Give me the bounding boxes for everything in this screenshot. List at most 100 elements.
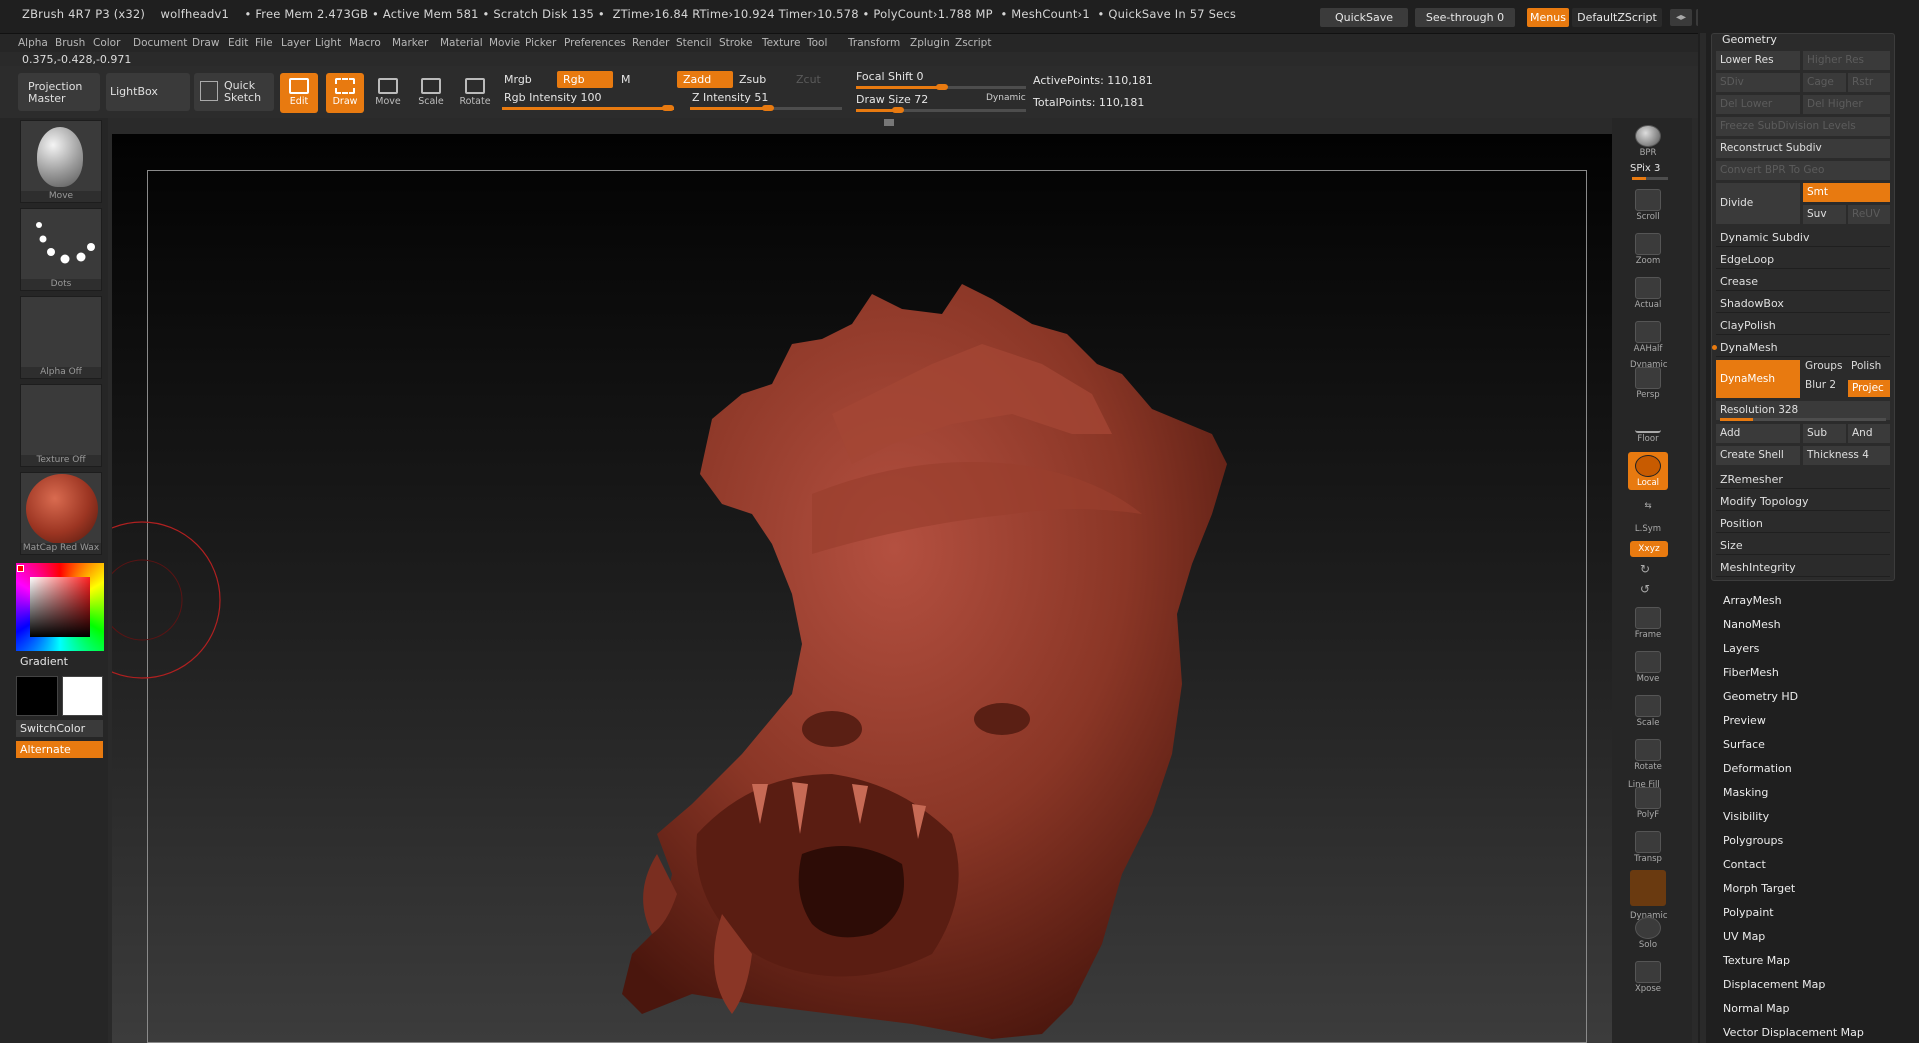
rgb-toggle[interactable]: Rgb xyxy=(557,71,613,88)
subpalette-fibermesh[interactable]: FiberMesh xyxy=(1723,666,1779,679)
menu-brush[interactable]: Brush xyxy=(55,34,85,52)
spix-slider[interactable]: SPix 3 xyxy=(1630,163,1660,174)
see-through-slider[interactable]: See-through 0 xyxy=(1415,8,1515,27)
divide-button[interactable]: Divide xyxy=(1716,183,1800,224)
geometry-section-claypolish[interactable]: ClayPolish xyxy=(1716,316,1890,335)
menu-preferences[interactable]: Preferences xyxy=(564,34,626,52)
menu-macro[interactable]: Macro xyxy=(349,34,381,52)
menu-color[interactable]: Color xyxy=(93,34,120,52)
menu-picker[interactable]: Picker xyxy=(525,34,556,52)
add-button[interactable]: Add xyxy=(1716,424,1800,443)
z-intensity-slider[interactable] xyxy=(690,105,842,111)
geometry-section-dynamesh[interactable]: DynaMesh xyxy=(1716,338,1890,357)
frame-button[interactable]: Frame xyxy=(1628,604,1668,642)
menu-transform[interactable]: Transform xyxy=(848,34,900,52)
subpalette-geometry-hd[interactable]: Geometry HD xyxy=(1723,690,1798,703)
zsub-toggle[interactable]: Zsub xyxy=(733,71,788,88)
higher-res-button[interactable]: Higher Res xyxy=(1803,51,1890,70)
reuv-button[interactable]: ReUV xyxy=(1848,205,1890,224)
scale-mode-button[interactable]: Scale xyxy=(412,73,450,113)
texture-selector[interactable]: Texture Off xyxy=(20,384,102,467)
subpalette-arraymesh[interactable]: ArrayMesh xyxy=(1723,594,1782,607)
zadd-toggle[interactable]: Zadd xyxy=(677,71,733,88)
draw-mode-button[interactable]: Draw xyxy=(326,73,364,113)
mrgb-toggle[interactable]: Mrgb xyxy=(498,71,553,88)
quick-sketch-button[interactable]: Quick Sketch xyxy=(194,73,274,111)
menu-movie[interactable]: Movie xyxy=(489,34,520,52)
subpalette-polygroups[interactable]: Polygroups xyxy=(1723,834,1783,847)
rotate-mode-button[interactable]: Rotate xyxy=(456,73,494,113)
main-color-swatch[interactable] xyxy=(62,676,103,716)
floor-button[interactable]: Floor xyxy=(1628,408,1668,446)
rotate-z-icon[interactable]: ↺ xyxy=(1640,582,1650,596)
stroke-selector[interactable]: Dots xyxy=(20,208,102,291)
menu-file[interactable]: File xyxy=(255,34,273,52)
solo-button[interactable]: Solo xyxy=(1628,914,1668,952)
alpha-selector[interactable]: Alpha Off xyxy=(20,296,102,379)
projection-master-button[interactable]: Projection Master xyxy=(18,73,100,111)
subpalette-vector-displacement-map[interactable]: Vector Displacement Map xyxy=(1723,1026,1864,1039)
layout-icon[interactable]: ◂▸ xyxy=(1670,9,1692,26)
spix-slider-track[interactable] xyxy=(1632,177,1668,180)
lsym-button[interactable]: ⇆ L.Sym xyxy=(1628,498,1668,536)
brush-selector[interactable]: Move xyxy=(20,120,102,203)
create-shell-button[interactable]: Create Shell xyxy=(1716,446,1800,465)
subpalette-layers[interactable]: Layers xyxy=(1723,642,1759,655)
suv-toggle[interactable]: Suv xyxy=(1803,205,1846,224)
del-lower-button[interactable]: Del Lower xyxy=(1716,95,1800,114)
menu-zplugin[interactable]: Zplugin xyxy=(910,34,950,52)
resolution-slider-track[interactable] xyxy=(1720,418,1886,421)
rstr-button[interactable]: Rstr xyxy=(1848,73,1890,92)
subpalette-deformation[interactable]: Deformation xyxy=(1723,762,1792,775)
subpalette-displacement-map[interactable]: Displacement Map xyxy=(1723,978,1825,991)
del-higher-button[interactable]: Del Higher xyxy=(1803,95,1890,114)
focal-shift-slider[interactable] xyxy=(856,84,1026,90)
menu-stroke[interactable]: Stroke xyxy=(719,34,752,52)
subpalette-visibility[interactable]: Visibility xyxy=(1723,810,1769,823)
thickness-slider[interactable]: Thickness 4 xyxy=(1803,446,1890,465)
rgb-intensity-slider[interactable] xyxy=(502,105,674,111)
menu-document[interactable]: Document xyxy=(133,34,187,52)
subpalette-morph-target[interactable]: Morph Target xyxy=(1723,882,1795,895)
subpalette-uv-map[interactable]: UV Map xyxy=(1723,930,1765,943)
menu-tool[interactable]: Tool xyxy=(807,34,827,52)
menu-edit[interactable]: Edit xyxy=(228,34,248,52)
actual-button[interactable]: Actual xyxy=(1628,274,1668,312)
menus-button[interactable]: Menus xyxy=(1527,8,1569,27)
geometry-section-crease[interactable]: Crease xyxy=(1716,272,1890,291)
subpalette-preview[interactable]: Preview xyxy=(1723,714,1766,727)
menu-zscript[interactable]: Zscript xyxy=(955,34,991,52)
menu-material[interactable]: Material xyxy=(440,34,483,52)
edit-mode-button[interactable]: Edit xyxy=(280,73,318,113)
menu-light[interactable]: Light xyxy=(315,34,341,52)
geometry-header[interactable]: Geometry xyxy=(1722,33,1777,46)
ghost-button[interactable] xyxy=(1630,870,1666,906)
smt-toggle[interactable]: Smt xyxy=(1803,183,1890,202)
blur-slider[interactable]: Blur 2 xyxy=(1805,379,1836,391)
geometry-section-edgeloop[interactable]: EdgeLoop xyxy=(1716,250,1890,269)
aahalf-button[interactable]: AAHalf xyxy=(1628,318,1668,356)
geometry-section-dynamic-subdiv[interactable]: Dynamic Subdiv xyxy=(1716,228,1890,247)
tray-divider[interactable] xyxy=(1700,33,1706,1043)
convert-bpr-button[interactable]: Convert BPR To Geo xyxy=(1716,161,1890,180)
polyf-button[interactable]: PolyF xyxy=(1628,784,1668,822)
color-picker-hue-ring[interactable] xyxy=(16,563,104,651)
predator-head-model[interactable] xyxy=(112,134,1612,1043)
zcut-toggle[interactable]: Zcut xyxy=(790,71,835,88)
scale-view-button[interactable]: Scale xyxy=(1628,692,1668,730)
sdiv-slider[interactable]: SDiv xyxy=(1716,73,1800,92)
geometry-section-shadowbox[interactable]: ShadowBox xyxy=(1716,294,1890,313)
persp-button[interactable]: Persp xyxy=(1628,364,1668,402)
alternate-button[interactable]: Alternate xyxy=(16,741,103,758)
xyz-rotation-toggle[interactable]: Xxyz xyxy=(1630,541,1668,557)
xpose-button[interactable]: Xpose xyxy=(1628,958,1668,996)
subpalette-polypaint[interactable]: Polypaint xyxy=(1723,906,1774,919)
secondary-color-swatch[interactable] xyxy=(16,676,58,716)
menu-stencil[interactable]: Stencil xyxy=(676,34,712,52)
default-zscript-button[interactable]: DefaultZScript xyxy=(1572,8,1662,27)
transp-button[interactable]: Transp xyxy=(1628,828,1668,866)
quicksave-button[interactable]: QuickSave xyxy=(1320,8,1408,27)
sub-button[interactable]: Sub xyxy=(1803,424,1846,443)
color-picker-sv-square[interactable] xyxy=(30,577,90,637)
switch-color-button[interactable]: SwitchColor xyxy=(16,720,103,737)
